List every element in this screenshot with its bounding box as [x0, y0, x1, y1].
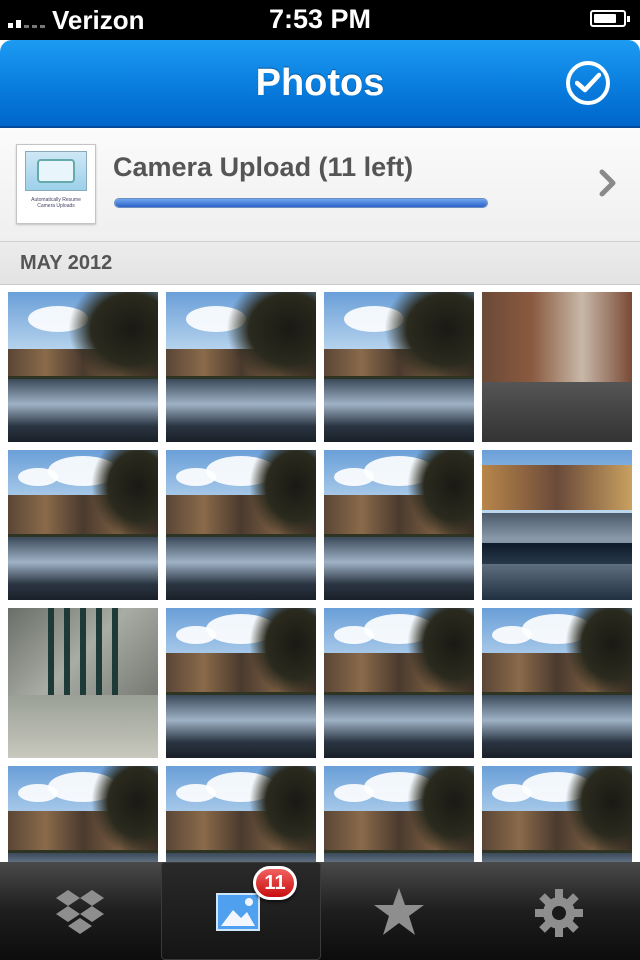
photos-icon: [216, 893, 260, 931]
status-bar: Verizon 7:53 PM: [0, 0, 640, 40]
photo-thumbnail[interactable]: [482, 608, 632, 758]
thumbnail-caption: Automatically Resume Camera Uploads: [31, 197, 81, 209]
photo-thumbnail[interactable]: [324, 292, 474, 442]
photo-thumbnail[interactable]: [8, 450, 158, 600]
tab-settings[interactable]: [480, 862, 640, 960]
photo-thumbnail[interactable]: [482, 292, 632, 442]
section-header: MAY 2012: [0, 242, 640, 285]
tab-photos[interactable]: 11: [161, 862, 321, 960]
photo-thumbnail[interactable]: [166, 608, 316, 758]
tab-bar: 11: [0, 862, 640, 960]
tab-dropbox[interactable]: [0, 862, 160, 960]
photo-thumbnail[interactable]: [166, 450, 316, 600]
photo-thumbnail[interactable]: [482, 450, 632, 600]
photo-thumbnail[interactable]: [166, 292, 316, 442]
navigation-bar: Photos: [0, 40, 640, 128]
photo-thumbnail[interactable]: [324, 608, 474, 758]
dropbox-icon: [56, 890, 104, 934]
photos-badge: 11: [253, 866, 297, 900]
upload-progress-bar: [114, 198, 488, 208]
photo-thumbnail[interactable]: [8, 608, 158, 758]
gear-icon: [535, 889, 583, 937]
photo-thumbnail[interactable]: [324, 450, 474, 600]
camera-upload-thumbnail: Automatically Resume Camera Uploads: [16, 144, 96, 224]
star-icon: [374, 888, 424, 935]
camera-upload-row[interactable]: Automatically Resume Camera Uploads Came…: [0, 128, 640, 242]
status-time: 7:53 PM: [268, 4, 372, 34]
photo-thumbnail[interactable]: [166, 766, 316, 862]
photo-thumbnail[interactable]: [482, 766, 632, 862]
photo-thumbnail[interactable]: [8, 766, 158, 862]
checkmark-icon: [575, 72, 601, 93]
photo-thumbnail[interactable]: [324, 766, 474, 862]
tab-favorites[interactable]: [320, 862, 480, 960]
page-title: Photos: [255, 62, 385, 104]
chevron-right-icon: [599, 169, 616, 197]
photo-thumbnail[interactable]: [8, 292, 158, 442]
section-title: MAY 2012: [20, 252, 113, 274]
photo-grid: [0, 285, 640, 862]
camera-upload-label: Camera Upload (11 left): [113, 152, 414, 182]
battery-icon: [590, 10, 630, 27]
select-button[interactable]: [566, 61, 610, 105]
